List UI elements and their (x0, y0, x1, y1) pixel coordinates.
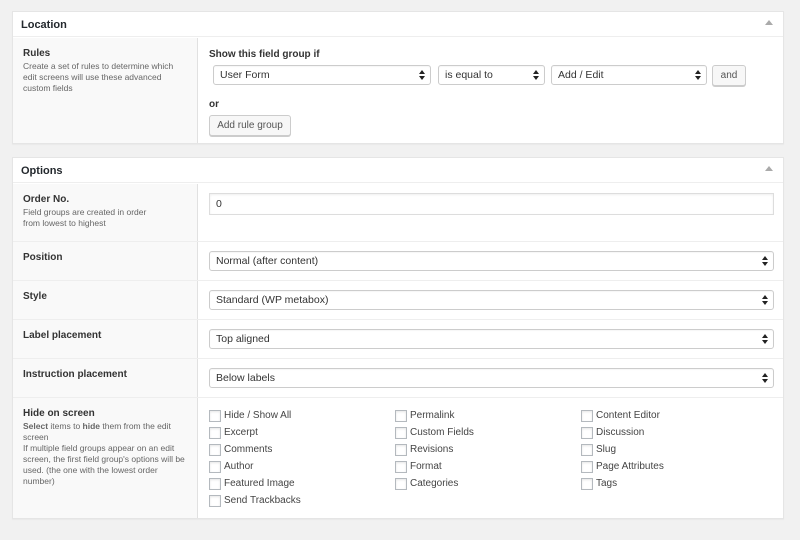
rules-description: Create a set of rules to determine which… (23, 61, 174, 93)
checkbox-box[interactable] (395, 444, 407, 456)
checkbox-label: Comments (224, 444, 273, 455)
hide-on-screen-label-cell: Hide on screen Select items to hide them… (13, 398, 198, 518)
instruction-placement-select[interactable]: Below labels (209, 368, 774, 388)
checkbox-label: Format (410, 461, 442, 472)
desc-hide-word: hide (82, 421, 101, 431)
rules-row: Rules Create a set of rules to determine… (13, 38, 783, 143)
rule-operator-select[interactable]: is equal to (438, 65, 545, 85)
label-placement-value: Top aligned (216, 333, 270, 345)
label-placement-label: Label placement (23, 330, 102, 341)
select-arrows-icon (695, 70, 701, 80)
select-arrows-icon (762, 334, 768, 344)
position-row: Position Normal (after content) (13, 241, 783, 280)
order-label-cell: Order No. Field groups are created in or… (13, 184, 198, 241)
style-label-cell: Style (13, 281, 198, 319)
instruction-placement-label: Instruction placement (23, 369, 127, 380)
add-rule-group-button[interactable]: Add rule group (209, 115, 291, 136)
instruction-placement-row: Instruction placement Below labels (13, 358, 783, 397)
collapse-arrow-icon[interactable] (765, 20, 773, 25)
checkbox-label: Permalink (410, 410, 455, 421)
rules-label: Rules (23, 48, 51, 59)
show-if-label: Show this field group if (209, 49, 320, 60)
or-label: or (209, 99, 219, 110)
label-placement-select[interactable]: Top aligned (209, 329, 774, 349)
checkbox-box[interactable] (395, 478, 407, 490)
and-button[interactable]: and (712, 65, 746, 86)
location-header[interactable]: Location (13, 12, 783, 37)
checkbox-box[interactable] (209, 444, 221, 456)
checkbox-label: Featured Image (224, 478, 295, 489)
checkbox-box[interactable] (581, 410, 593, 422)
checkbox-label: Author (224, 461, 254, 472)
style-label: Style (23, 291, 47, 302)
hide-on-screen-label: Hide on screen (23, 408, 95, 419)
rules-label-cell: Rules Create a set of rules to determine… (13, 38, 198, 143)
hide-on-screen-description: Select items to hide them from the edit … (23, 421, 188, 487)
checkbox-label: Tags (596, 478, 618, 489)
style-select[interactable]: Standard (WP metabox) (209, 290, 774, 310)
checkbox-label: Discussion (596, 427, 645, 438)
checkbox-box[interactable] (209, 478, 221, 490)
checkbox-box[interactable] (209, 427, 221, 439)
order-label: Order No. (23, 194, 70, 205)
location-title: Location (21, 19, 67, 31)
checkbox-label: Categories (410, 478, 459, 489)
select-arrows-icon (762, 256, 768, 266)
checkbox-box[interactable] (209, 461, 221, 473)
checkbox-label: Revisions (410, 444, 454, 455)
checkbox-label: Excerpt (224, 427, 258, 438)
checkbox-label: Slug (596, 444, 617, 455)
checkbox-box[interactable] (581, 461, 593, 473)
rule-value-select[interactable]: Add / Edit (551, 65, 707, 85)
select-arrows-icon (419, 70, 425, 80)
position-select[interactable]: Normal (after content) (209, 251, 774, 271)
order-description: Field groups are created in order from l… (23, 207, 147, 228)
checkbox-box[interactable] (209, 495, 221, 507)
checkbox-label: Send Trackbacks (224, 495, 301, 506)
order-number-input[interactable]: 0 (209, 193, 774, 215)
collapse-arrow-icon[interactable] (765, 166, 773, 171)
checkbox-box[interactable] (581, 444, 593, 456)
select-arrows-icon (762, 373, 768, 383)
desc-mid-text: items to (48, 421, 83, 431)
checkbox-label: Hide / Show All (224, 410, 292, 421)
label-placement-label-cell: Label placement (13, 320, 198, 358)
rule-operator-value: is equal to (445, 69, 493, 81)
checkbox-box[interactable] (395, 461, 407, 473)
rule-param-select[interactable]: User Form (213, 65, 431, 85)
location-metabox: Location Rules Create a set of rules to … (12, 11, 784, 144)
desc-multiple-groups-text: If multiple field groups appear on an ed… (23, 443, 185, 486)
desc-select-word: Select (23, 421, 49, 431)
options-title: Options (21, 165, 63, 177)
position-label: Position (23, 252, 63, 263)
checkbox-box[interactable] (581, 478, 593, 490)
rule-value-value: Add / Edit (558, 69, 604, 81)
hide-on-screen-row: Hide on screen Select items to hide them… (13, 397, 783, 518)
rule-param-value: User Form (220, 69, 270, 81)
style-value: Standard (WP metabox) (216, 294, 329, 306)
checkbox-label: Content Editor (596, 410, 660, 421)
checkbox-box[interactable] (209, 410, 221, 422)
checkbox-label: Page Attributes (596, 461, 664, 472)
instruction-placement-value: Below labels (216, 372, 275, 384)
style-row: Style Standard (WP metabox) (13, 280, 783, 319)
select-arrows-icon (533, 70, 539, 80)
checkbox-box[interactable] (581, 427, 593, 439)
checkbox-box[interactable] (395, 410, 407, 422)
select-arrows-icon (762, 295, 768, 305)
options-metabox: Options Order No. Field groups are creat… (12, 157, 784, 519)
checkbox-label: Custom Fields (410, 427, 474, 438)
position-value: Normal (after content) (216, 255, 319, 267)
position-label-cell: Position (13, 242, 198, 280)
instruction-placement-label-cell: Instruction placement (13, 359, 198, 397)
label-placement-row: Label placement Top aligned (13, 319, 783, 358)
options-header[interactable]: Options (13, 158, 783, 183)
order-row: Order No. Field groups are created in or… (13, 184, 783, 241)
checkbox-box[interactable] (395, 427, 407, 439)
